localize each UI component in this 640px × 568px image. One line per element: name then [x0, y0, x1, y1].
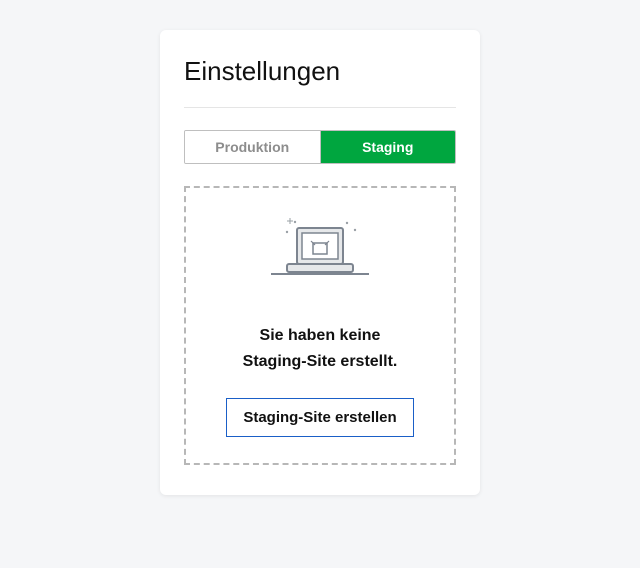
tab-staging[interactable]: Staging [321, 131, 456, 163]
laptop-icon [265, 216, 375, 301]
page-title: Einstellungen [184, 56, 456, 87]
divider [184, 107, 456, 108]
message-line-2: Staging-Site erstellt. [243, 353, 398, 370]
create-staging-site-button[interactable]: Staging-Site erstellen [226, 398, 413, 437]
tab-production[interactable]: Produktion [185, 131, 321, 163]
empty-state-message: Sie haben keine Staging-Site erstellt. [243, 323, 398, 374]
staging-empty-state: Sie haben keine Staging-Site erstellt. S… [184, 186, 456, 465]
environment-tabs: Produktion Staging [184, 130, 456, 164]
settings-card: Einstellungen Produktion Staging [160, 30, 480, 495]
message-line-1: Sie haben keine [260, 327, 381, 344]
